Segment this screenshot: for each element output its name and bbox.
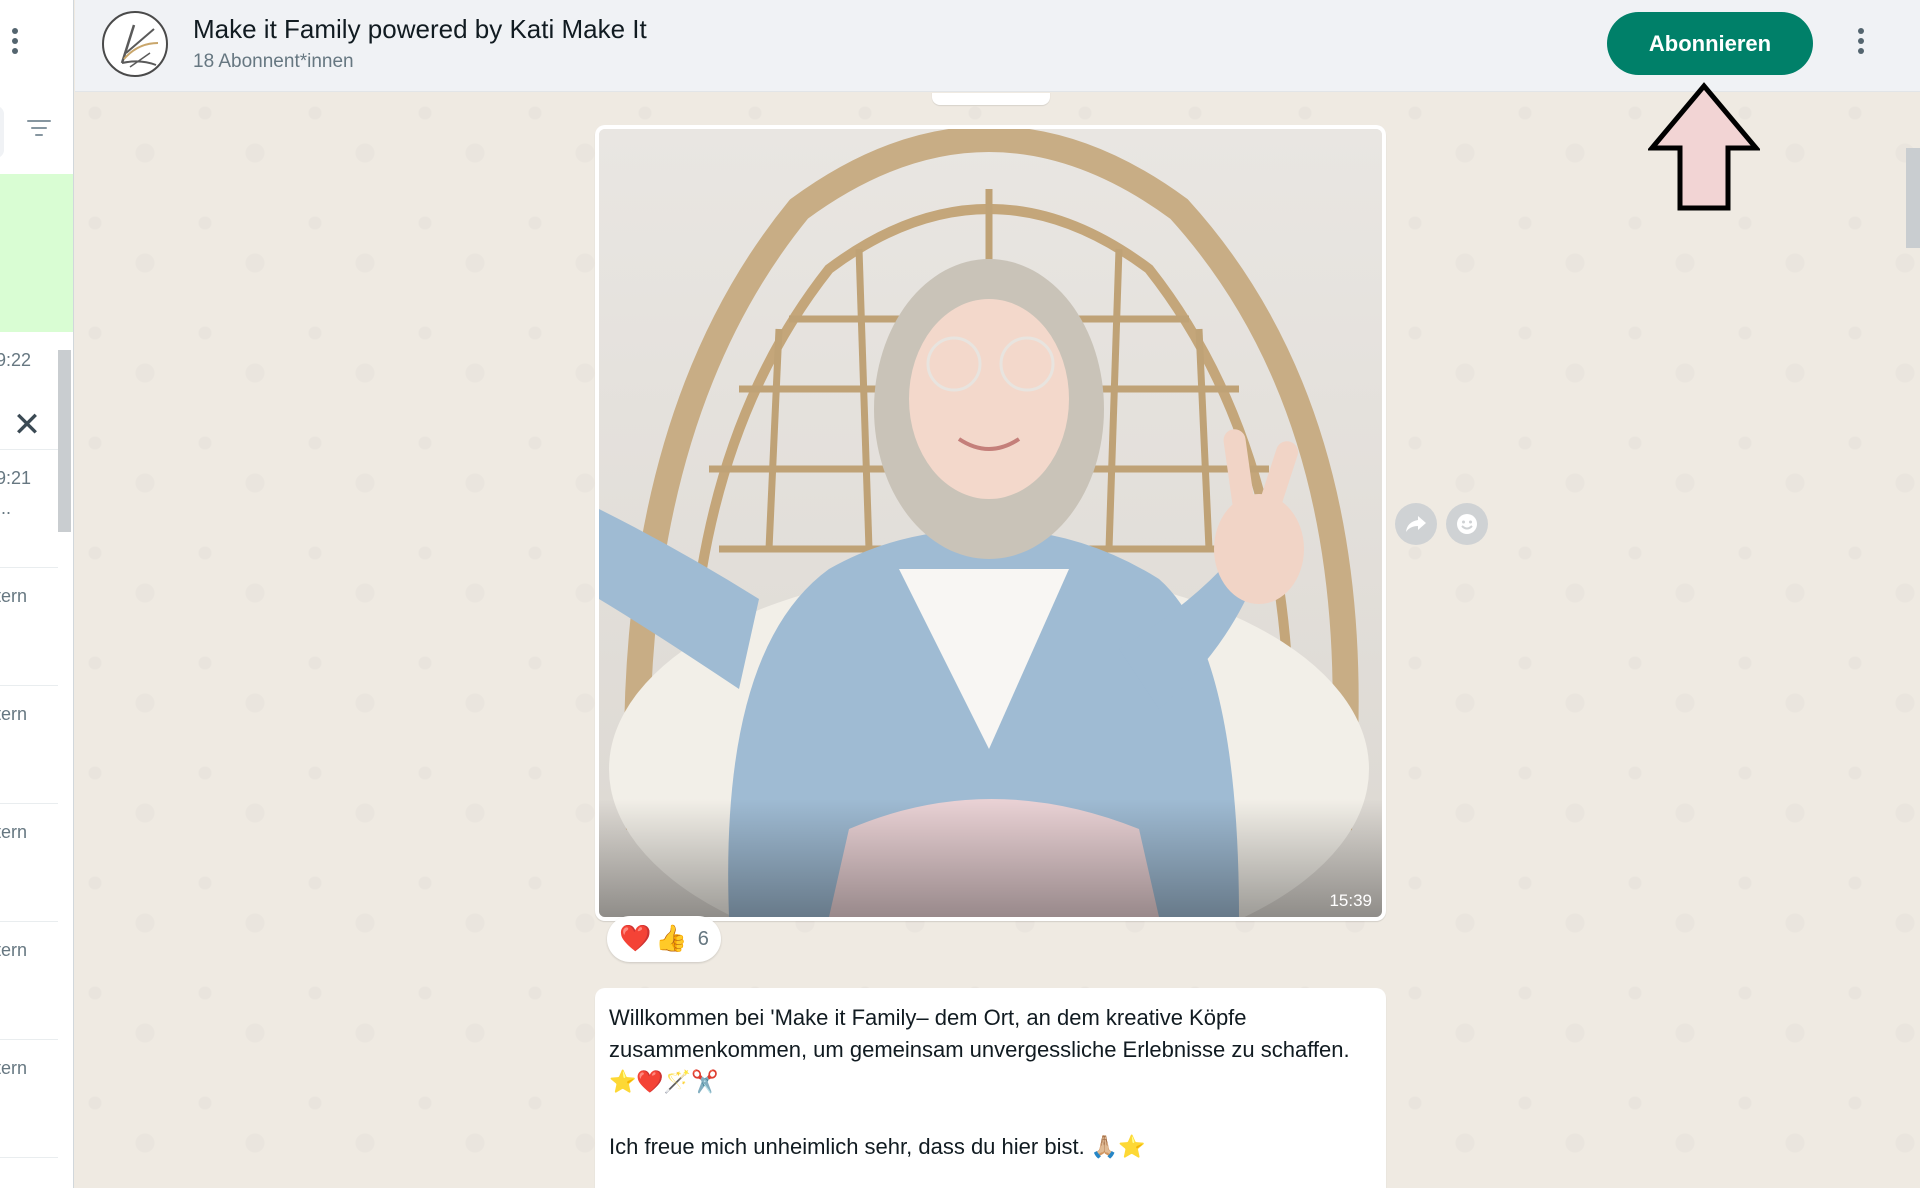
chat-list-item[interactable]: tern — [0, 568, 58, 686]
text-message[interactable]: Willkommen bei 'Make it Family– dem Ort,… — [595, 988, 1386, 1188]
message-emojis: 🙏🏼⭐ — [1090, 1135, 1146, 1160]
search-input[interactable] — [0, 106, 4, 158]
forward-icon[interactable] — [1395, 503, 1437, 545]
chat-time: 9:21 — [0, 468, 32, 488]
subscriber-count: 18 Abonnent*innen — [193, 51, 354, 72]
message-paragraph: Willkommen bei 'Make it Family– dem Ort,… — [609, 1005, 1350, 1095]
annotation-arrow-icon — [1648, 82, 1760, 211]
reaction-thumbs-up: 👍 — [655, 924, 688, 954]
channel-header: Make it Family powered by Kati Make It 1… — [75, 0, 1920, 92]
chat-list-item[interactable]: tern — [0, 686, 58, 804]
sidebar-scrollbar[interactable] — [58, 350, 71, 532]
chat-snippet: ... — [0, 498, 12, 518]
reactions-pill[interactable]: ❤️ 👍 6 — [607, 916, 721, 962]
message-emojis: ⭐❤️🪄✂️ — [609, 1070, 719, 1095]
channel-title[interactable]: Make it Family powered by Kati Make It — [193, 14, 647, 45]
chat-list-item[interactable]: tern — [0, 804, 58, 922]
chat-time: tern — [0, 586, 28, 606]
message-time: 15:39 — [1329, 891, 1372, 910]
image-message[interactable]: 15:39 — [595, 125, 1386, 921]
channel-avatar[interactable] — [102, 11, 168, 77]
message-paragraph: Ich freue mich unheimlich sehr, dass du … — [609, 1134, 1146, 1160]
message-photo[interactable]: 15:39 — [599, 129, 1382, 917]
chat-time: tern — [0, 1058, 28, 1078]
chat-time: tern — [0, 940, 28, 960]
chat-list-item[interactable]: tern — [0, 1040, 58, 1158]
notification-banner: ✕ — [0, 174, 73, 442]
chat-time: 9:22 — [0, 350, 32, 370]
chat-list-item[interactable]: tern — [0, 922, 58, 1040]
chat-list-item[interactable]: 9:22 — [0, 332, 58, 450]
reaction-count: 6 — [697, 927, 709, 950]
more-options-icon[interactable] — [1855, 28, 1867, 60]
chat-time: tern — [0, 704, 28, 724]
date-chip — [932, 93, 1050, 105]
subscribe-button[interactable]: Abonnieren — [1607, 12, 1813, 75]
chat-list-sidebar: ✕ 9:22 9:21 ... tern tern tern tern tern — [0, 0, 74, 1188]
chat-scrollbar[interactable] — [1906, 148, 1920, 248]
chat-time: tern — [0, 822, 28, 842]
chat-list-item[interactable]: 9:21 ... — [0, 450, 58, 568]
filter-icon[interactable] — [26, 120, 52, 142]
react-emoji-icon[interactable] — [1446, 503, 1488, 545]
reaction-heart: ❤️ — [619, 924, 652, 954]
sidebar-menu-icon[interactable] — [6, 28, 24, 58]
photo-illustration — [599, 129, 1382, 917]
message-area: 15:39 ❤️ 👍 6 Willkommen bei 'Make it Fam… — [75, 93, 1920, 1188]
channel-logo-icon — [120, 24, 159, 68]
